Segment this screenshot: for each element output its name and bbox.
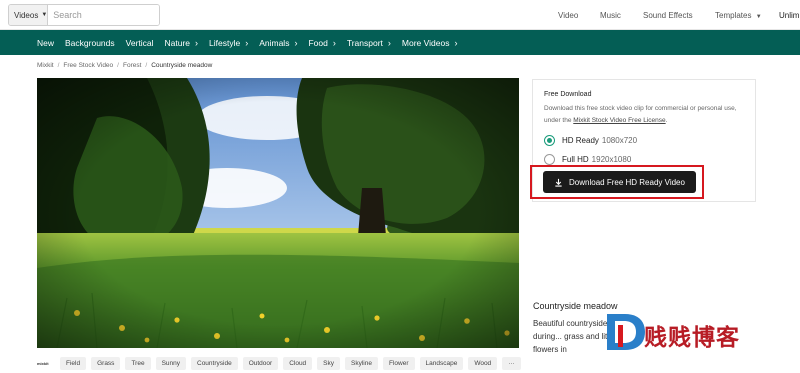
tag-skyline[interactable]: Skyline: [345, 356, 378, 370]
breadcrumb-free-stock-video[interactable]: Free Stock Video: [63, 62, 113, 69]
breadcrumb: Mixkit / Free Stock Video / Forest / Cou…: [37, 62, 212, 69]
option-full-hd[interactable]: Full HD 1920x1080: [544, 154, 631, 165]
license-link[interactable]: Mixkit Stock Video Free License: [573, 117, 665, 124]
category-nature[interactable]: Nature ›: [165, 38, 199, 48]
category-label: New: [37, 37, 55, 48]
tag-sunny[interactable]: Sunny: [155, 356, 186, 370]
nav-music[interactable]: Music: [600, 11, 621, 20]
video-frame: [37, 78, 519, 348]
tag-flower[interactable]: Flower: [382, 356, 415, 370]
breadcrumb-separator: /: [145, 62, 148, 69]
tag-tree[interactable]: Tree: [125, 356, 151, 370]
category-nav: New Backgrounds Vertical Nature › Lifesty…: [0, 30, 800, 55]
chevron-right-icon: ›: [195, 37, 199, 48]
card-title: Free Download: [544, 91, 592, 98]
category-label: Nature: [164, 37, 191, 48]
chevron-right-icon: ›: [387, 37, 391, 48]
category-select-label: Videos: [14, 10, 39, 20]
category-label: Animals: [259, 37, 290, 48]
breadcrumb-mixkit[interactable]: Mixkit: [37, 62, 54, 69]
breadcrumb-separator: /: [117, 62, 119, 69]
radio-checked[interactable]: [544, 135, 555, 146]
category-new[interactable]: New: [37, 38, 54, 48]
top-header: Videos ▼ Video Music Sound Effects Templ…: [0, 0, 800, 30]
chevron-right-icon: ›: [245, 37, 249, 48]
category-select[interactable]: Videos ▼: [9, 5, 49, 25]
tag-list: mixkit Field Grass Tree Sunny Countrysid…: [37, 356, 526, 370]
category-label: Food: [308, 37, 328, 48]
tag-wood[interactable]: Wood: [468, 356, 498, 370]
video-player[interactable]: [37, 78, 519, 348]
download-button[interactable]: Download Free HD Ready Video: [543, 171, 696, 193]
option-label: Full HD: [562, 155, 589, 164]
tag-sky[interactable]: Sky: [317, 356, 341, 370]
tag-landscape[interactable]: Landscape: [419, 356, 464, 370]
breadcrumb-separator: /: [57, 62, 60, 69]
category-label: Transport: [346, 37, 383, 48]
option-resolution: 1080x720: [601, 136, 638, 145]
category-label: Lifestyle: [209, 37, 241, 48]
nav-templates[interactable]: Templates ▼: [715, 11, 762, 20]
card-desc-suffix: .: [665, 117, 668, 124]
tag-more[interactable]: ···: [502, 356, 521, 370]
tag-outdoor[interactable]: Outdoor: [242, 356, 279, 370]
tag-countryside[interactable]: Countryside: [191, 356, 238, 370]
category-label: Vertical: [125, 37, 154, 48]
option-label: HD Ready: [562, 136, 599, 145]
tag-field[interactable]: Field: [60, 356, 87, 370]
tag-cloud[interactable]: Cloud: [283, 356, 313, 370]
option-resolution: 1920x1080: [591, 155, 632, 164]
category-animals[interactable]: Animals ›: [259, 38, 297, 48]
category-lifestyle[interactable]: Lifestyle ›: [209, 38, 248, 48]
nav-templates-label: Templates: [715, 10, 752, 20]
category-more-videos[interactable]: More Videos ›: [402, 38, 458, 48]
category-vertical[interactable]: Vertical: [126, 38, 154, 48]
category-transport[interactable]: Transport ›: [347, 38, 391, 48]
breadcrumb-current: Countryside meadow: [151, 62, 213, 69]
option-hd-ready[interactable]: HD Ready 1080x720: [544, 135, 637, 146]
caret-down-icon: ▼: [755, 13, 762, 20]
tag-grass[interactable]: Grass: [91, 356, 121, 370]
download-icon: [555, 178, 562, 187]
mixkit-logo: mixkit: [37, 360, 49, 366]
watermark-text: 贱贱博客: [644, 325, 740, 351]
nav-unlimited[interactable]: Unlim: [779, 11, 799, 20]
category-backgrounds[interactable]: Backgrounds: [65, 38, 115, 48]
download-button-label: Download Free HD Ready Video: [569, 177, 685, 187]
watermark-logo-icon: [607, 314, 645, 350]
category-label: Backgrounds: [65, 37, 115, 48]
nav-video[interactable]: Video: [558, 11, 578, 20]
card-description: Download this free stock video clip for …: [544, 103, 749, 127]
search-input[interactable]: [48, 5, 159, 25]
chevron-right-icon: ›: [332, 37, 336, 48]
video-title: Countryside meadow: [533, 301, 618, 311]
category-label: More Videos: [401, 37, 450, 48]
watermark: 贱贱博客: [603, 312, 800, 352]
chevron-right-icon: ›: [294, 37, 298, 48]
radio-unchecked[interactable]: [544, 154, 555, 165]
category-food[interactable]: Food ›: [308, 38, 335, 48]
chevron-right-icon: ›: [454, 37, 458, 48]
search-bar: Videos ▼: [8, 4, 160, 26]
caret-down-icon: ▼: [41, 12, 48, 18]
nav-sound-effects[interactable]: Sound Effects: [643, 11, 693, 20]
breadcrumb-forest[interactable]: Forest: [123, 62, 141, 69]
